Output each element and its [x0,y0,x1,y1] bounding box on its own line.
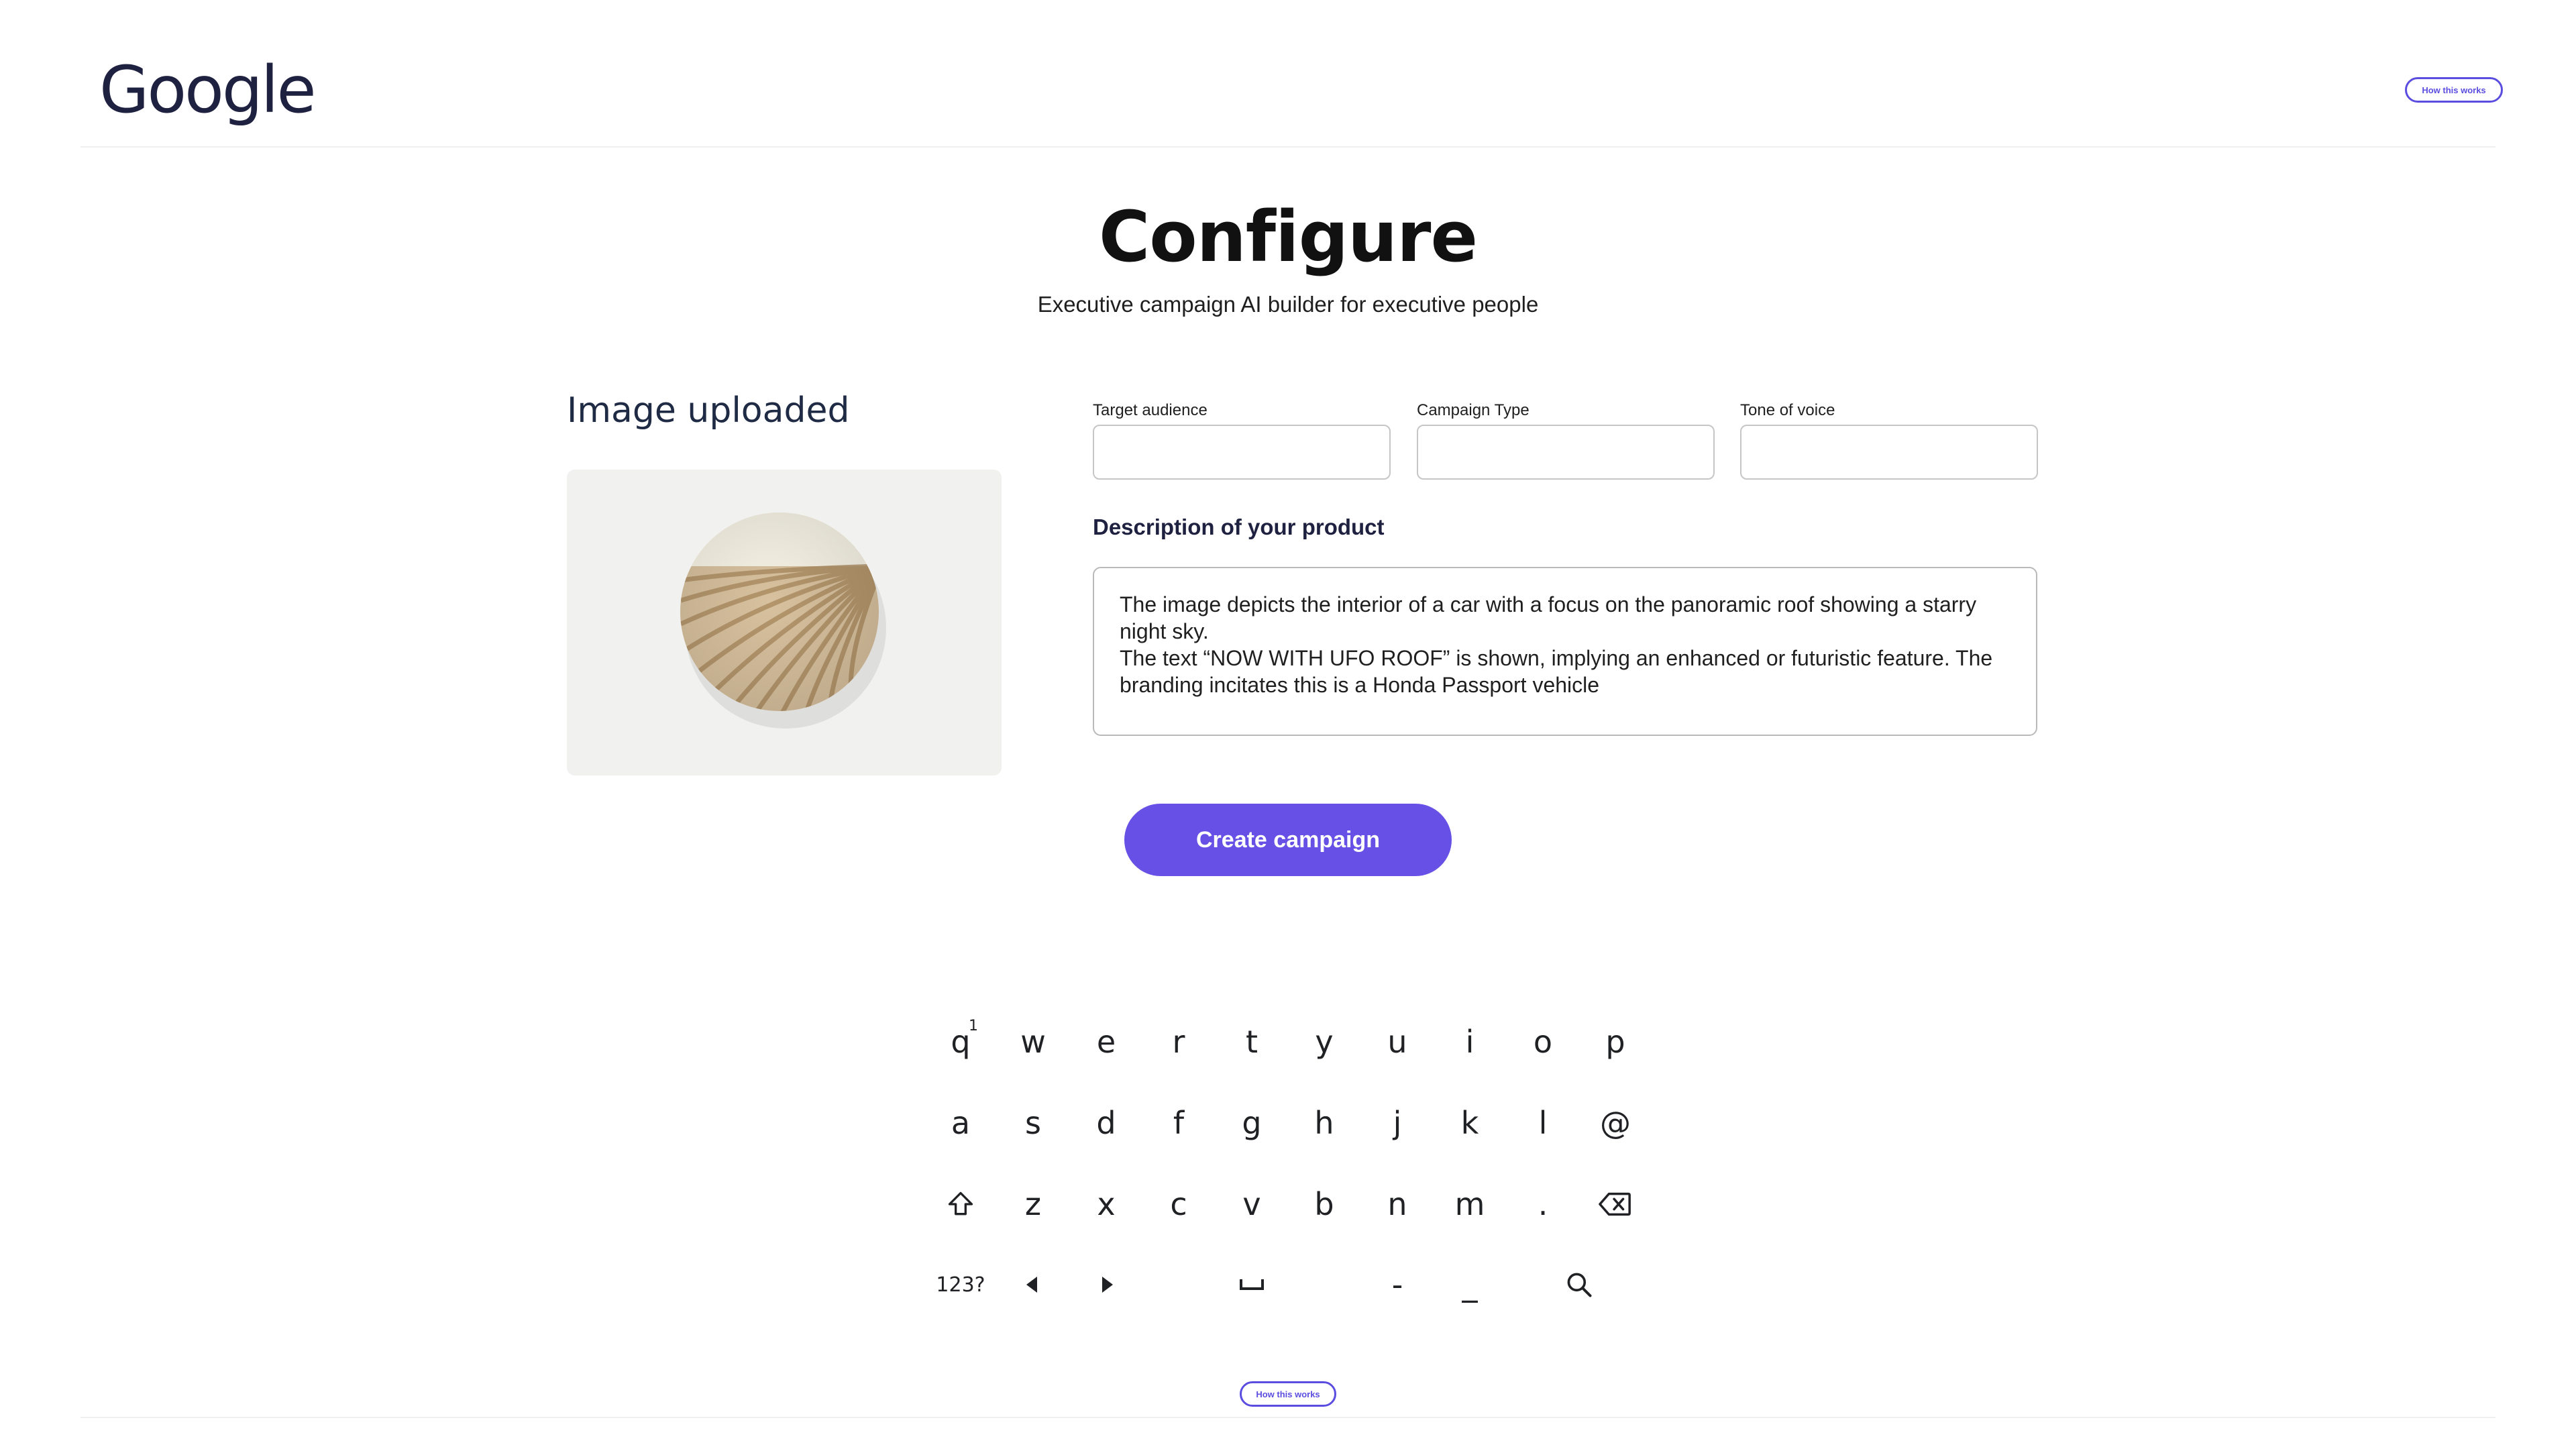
tone-of-voice-input[interactable] [1740,425,2038,480]
key-k[interactable]: k [1438,1091,1502,1155]
key-o[interactable]: o [1511,1010,1575,1074]
key-f[interactable]: f [1146,1091,1211,1155]
key-at[interactable]: @ [1583,1091,1648,1155]
key-h[interactable]: h [1292,1091,1356,1155]
key-underscore[interactable]: _ [1438,1252,1502,1317]
description-textarea[interactable]: The image depicts the interior of a car … [1093,567,2037,736]
key-w[interactable]: w [1001,1010,1065,1074]
campaign-type-input[interactable] [1417,425,1715,480]
key-y[interactable]: y [1292,1010,1356,1074]
key-123-symbols[interactable]: 123? [928,1252,993,1317]
shift-icon[interactable] [928,1172,993,1236]
key-m[interactable]: m [1438,1172,1502,1236]
create-campaign-button[interactable]: Create campaign [1124,804,1452,876]
key-dash[interactable]: - [1365,1252,1430,1317]
backspace-icon[interactable] [1583,1172,1648,1236]
key-c[interactable]: c [1146,1172,1211,1236]
key-g[interactable]: g [1220,1091,1284,1155]
space-icon[interactable] [1220,1252,1284,1317]
google-logo: Google [99,52,317,127]
key-b[interactable]: b [1292,1172,1356,1236]
arrow-left-icon[interactable] [1001,1252,1065,1317]
campaign-type-label: Campaign Type [1417,401,1529,419]
key-n[interactable]: n [1365,1172,1430,1236]
key-v[interactable]: v [1220,1172,1284,1236]
key-q-hint: 1 [969,1018,978,1034]
target-audience-label: Target audience [1093,401,1208,419]
key-e[interactable]: e [1074,1010,1138,1074]
key-s[interactable]: s [1001,1091,1065,1155]
how-this-works-button-top[interactable]: How this works [2405,77,2503,103]
key-j[interactable]: j [1365,1091,1430,1155]
key-r[interactable]: r [1146,1010,1211,1074]
key-u[interactable]: u [1365,1010,1430,1074]
key-q[interactable]: q1 [928,1010,993,1074]
header-divider [80,146,2496,148]
key-l[interactable]: l [1511,1091,1575,1155]
uploaded-image [567,470,1002,775]
key-z[interactable]: z [1001,1172,1065,1236]
page-title: Configure [1098,196,1478,278]
key-i[interactable]: i [1438,1010,1502,1074]
search-icon[interactable] [1547,1252,1611,1317]
target-audience-input[interactable] [1093,425,1391,480]
key-d[interactable]: d [1074,1091,1138,1155]
key-t[interactable]: t [1220,1010,1284,1074]
key-period[interactable]: . [1511,1172,1575,1236]
footer-divider [80,1417,2496,1418]
how-this-works-button-bottom[interactable]: How this works [1240,1381,1336,1407]
page-subtitle: Executive campaign AI builder for execut… [1037,292,1539,317]
image-uploaded-heading: Image uploaded [567,390,850,431]
tone-of-voice-label: Tone of voice [1740,401,1835,419]
key-p[interactable]: p [1583,1010,1648,1074]
description-label: Description of your product [1093,515,1385,539]
key-a[interactable]: a [928,1091,993,1155]
arrow-right-icon[interactable] [1074,1252,1138,1317]
key-x[interactable]: x [1074,1172,1138,1236]
